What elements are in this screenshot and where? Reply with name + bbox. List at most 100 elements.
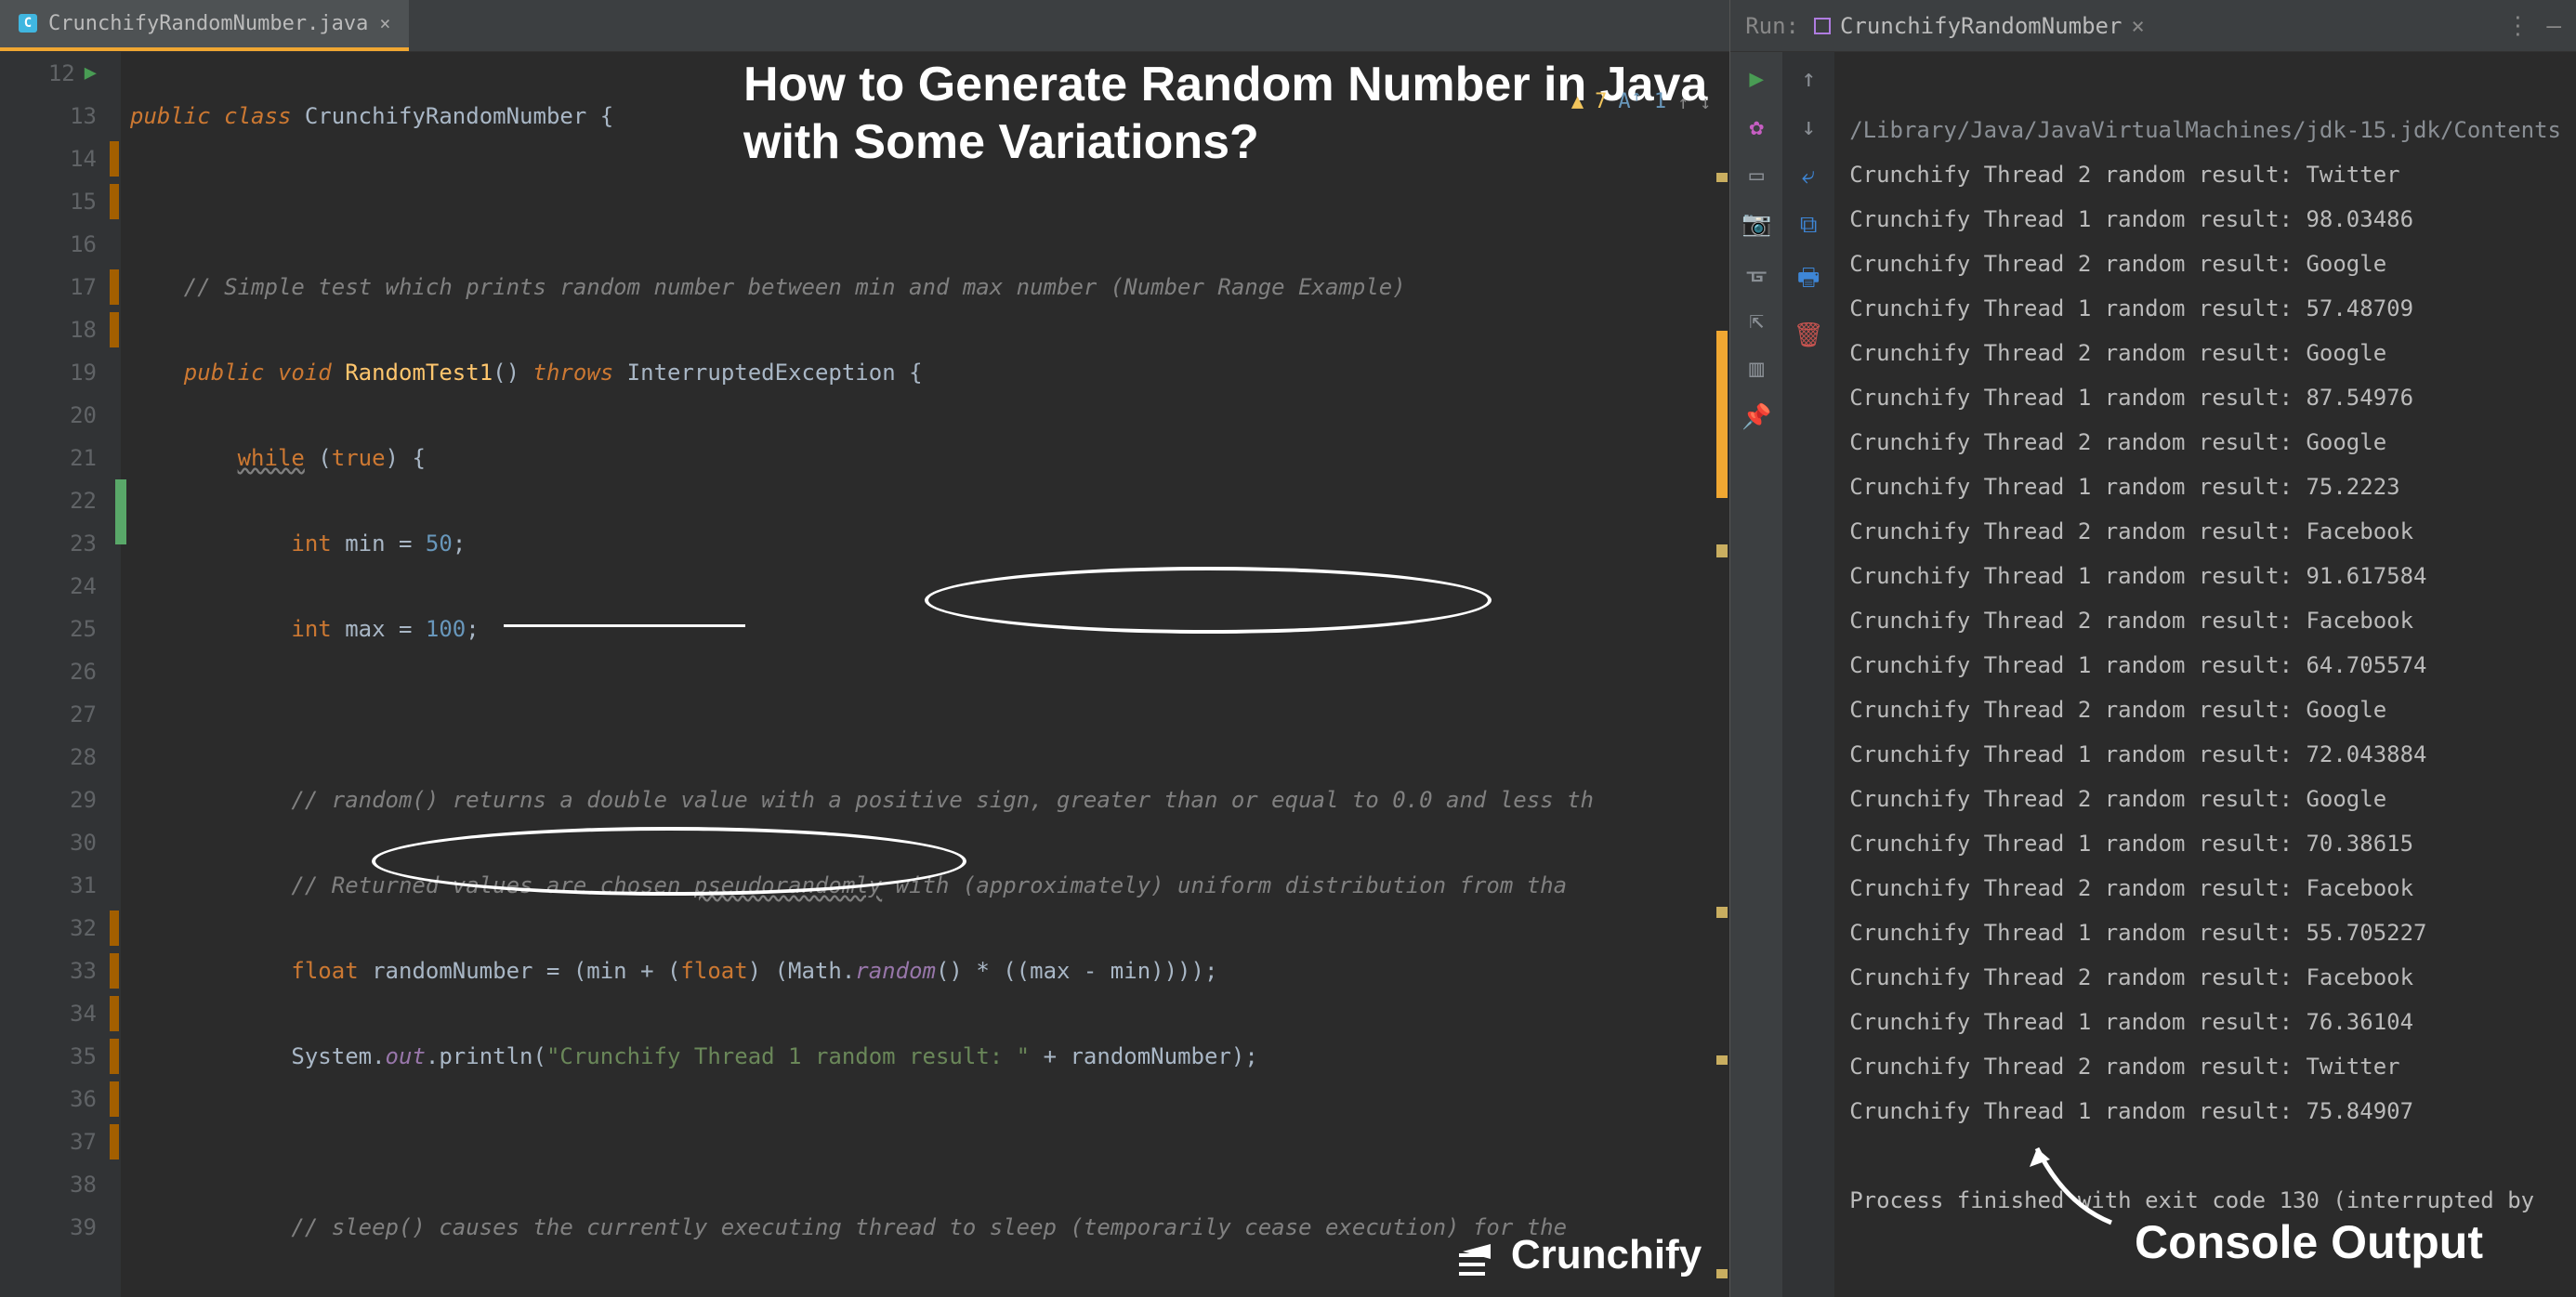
line-number: 31 bbox=[70, 864, 97, 907]
console-line: Crunchify Thread 1 random result: 75.849… bbox=[1849, 1098, 2413, 1124]
error-stripe[interactable] bbox=[1713, 52, 1729, 1297]
line-number: 16 bbox=[70, 223, 97, 266]
stripe-mark[interactable] bbox=[1716, 1269, 1728, 1278]
speed-icon bbox=[1465, 1237, 1502, 1274]
line-number: 12 bbox=[48, 52, 75, 95]
export-icon[interactable]: ⇱ bbox=[1742, 307, 1770, 334]
close-tab-icon[interactable]: × bbox=[379, 12, 390, 34]
console-line: Crunchify Thread 1 random result: 55.705… bbox=[1849, 920, 2426, 946]
console-line: Crunchify Thread 2 random result: Google bbox=[1849, 340, 2386, 366]
camera-icon[interactable]: 📷 bbox=[1742, 210, 1770, 238]
stripe-mark[interactable] bbox=[1716, 173, 1728, 182]
gutter: 12▶ 13 14 15 16 17 18 19 20 21 22 23 24 … bbox=[0, 52, 121, 1297]
console-line: Crunchify Thread 2 random result: Google bbox=[1849, 786, 2386, 812]
print-icon[interactable]: 🖶 bbox=[1797, 260, 1820, 301]
line-number: 35 bbox=[70, 1035, 97, 1078]
change-marker bbox=[110, 269, 119, 305]
stack-icon[interactable]: ▭ bbox=[1742, 162, 1770, 190]
line-number: 17 bbox=[70, 266, 97, 308]
editor[interactable]: 12▶ 13 14 15 16 17 18 19 20 21 22 23 24 … bbox=[0, 52, 1729, 1297]
change-marker bbox=[110, 953, 119, 989]
line-number: 20 bbox=[70, 394, 97, 437]
application-icon bbox=[1814, 18, 1831, 34]
editor-tab[interactable]: C CrunchifyRandomNumber.java × bbox=[0, 0, 409, 51]
stripe-mark[interactable] bbox=[1716, 544, 1728, 557]
up-arrow-icon[interactable]: ↑ bbox=[1801, 65, 1816, 93]
trash-icon[interactable]: 🗑 bbox=[1794, 321, 1824, 349]
down-arrow-icon[interactable]: ↓ bbox=[1801, 113, 1816, 141]
change-marker bbox=[110, 996, 119, 1031]
console-line: Crunchify Thread 1 random result: 72.043… bbox=[1849, 741, 2426, 767]
line-number: 25 bbox=[70, 608, 97, 650]
run-config-name: CrunchifyRandomNumber bbox=[1840, 13, 2122, 39]
line-number: 26 bbox=[70, 650, 97, 693]
annotation-underline bbox=[504, 624, 745, 627]
stripe-mark[interactable] bbox=[1716, 331, 1728, 498]
line-number: 33 bbox=[70, 950, 97, 992]
line-number: 15 bbox=[70, 180, 97, 223]
pin-icon[interactable]: 📌 bbox=[1742, 403, 1770, 431]
minimize-icon[interactable]: — bbox=[2546, 12, 2561, 40]
change-marker bbox=[110, 184, 119, 219]
line-number: 39 bbox=[70, 1206, 97, 1249]
console-line: Crunchify Thread 2 random result: Google bbox=[1849, 251, 2386, 277]
annotation-ellipse bbox=[925, 567, 1492, 634]
console-line: Crunchify Thread 2 random result: Facebo… bbox=[1849, 608, 2413, 634]
run-panel: Run: CrunchifyRandomNumber × ⋮ — ▶ ✿ ▭ 📷… bbox=[1729, 0, 2576, 1297]
wrap-icon[interactable]: ⤶ bbox=[1802, 162, 1816, 190]
console-exit-line: Process finished with exit code 130 (int… bbox=[1849, 1187, 2547, 1213]
run-toolbar: ▶ ✿ ▭ 📷 ᚗ ⇱ ▥ 📌 bbox=[1730, 52, 1782, 1297]
console-output[interactable]: /Library/Java/JavaVirtualMachines/jdk-15… bbox=[1834, 52, 2576, 1297]
line-number: 18 bbox=[70, 308, 97, 351]
annotation-ellipse bbox=[372, 827, 966, 896]
code-area[interactable]: public class CrunchifyRandomNumber { // … bbox=[121, 52, 1729, 1297]
warning-icon: ▲ bbox=[1571, 90, 1584, 113]
console-line: Crunchify Thread 1 random result: 75.222… bbox=[1849, 474, 2399, 500]
console-line: Crunchify Thread 2 random result: Facebo… bbox=[1849, 875, 2413, 901]
java-file-icon: C bbox=[19, 14, 37, 33]
run-label: Run: bbox=[1745, 13, 1799, 39]
console-line: Crunchify Thread 1 random result: 76.361… bbox=[1849, 1009, 2413, 1035]
warning-count: 7 bbox=[1595, 90, 1607, 113]
stripe-mark[interactable] bbox=[1716, 1055, 1728, 1065]
crunchify-logo: Crunchify bbox=[1465, 1232, 1702, 1278]
more-icon[interactable]: ⋮ bbox=[2505, 12, 2530, 40]
line-number: 19 bbox=[70, 351, 97, 394]
console-line: Crunchify Thread 2 random result: Google bbox=[1849, 429, 2386, 455]
line-number: 29 bbox=[70, 779, 97, 821]
console-line: Crunchify Thread 1 random result: 64.705… bbox=[1849, 652, 2426, 678]
rerun-icon[interactable]: ▶ bbox=[1742, 65, 1770, 93]
console-line: Crunchify Thread 2 random result: Google bbox=[1849, 697, 2386, 723]
run-config-tab[interactable]: CrunchifyRandomNumber × bbox=[1814, 13, 2145, 39]
next-highlight-icon[interactable]: ↓ bbox=[1700, 91, 1711, 113]
change-marker bbox=[110, 1081, 119, 1117]
close-run-tab-icon[interactable]: × bbox=[2131, 13, 2144, 39]
editor-tab-bar: C CrunchifyRandomNumber.java × bbox=[0, 0, 1729, 52]
run-gutter-icon[interactable]: ▶ bbox=[85, 52, 97, 95]
scroll-icon[interactable]: ⧉ bbox=[1800, 211, 1818, 240]
console-toolbar: ↑ ↓ ⤶ ⧉ 🖶 🗑 bbox=[1782, 52, 1834, 1297]
tab-filename: CrunchifyRandomNumber.java bbox=[48, 12, 368, 35]
line-number: 37 bbox=[70, 1120, 97, 1163]
inspections-bar[interactable]: ▲7 Aꜛ1 ↑ ↓ bbox=[1571, 90, 1711, 113]
crunchify-label: Crunchify bbox=[1511, 1232, 1702, 1278]
console-line: Crunchify Thread 1 random result: 98.034… bbox=[1849, 206, 2413, 232]
line-number: 27 bbox=[70, 693, 97, 736]
plug-icon[interactable]: ᚗ bbox=[1742, 258, 1770, 286]
typo-count: 1 bbox=[1654, 90, 1666, 113]
change-marker bbox=[110, 141, 119, 177]
console-line: Crunchify Thread 1 random result: 57.487… bbox=[1849, 295, 2413, 321]
layout-icon[interactable]: ▥ bbox=[1742, 355, 1770, 383]
line-number: 14 bbox=[70, 138, 97, 180]
line-number: 38 bbox=[70, 1163, 97, 1206]
console-line: Crunchify Thread 2 random result: Twitte… bbox=[1849, 1054, 2399, 1080]
line-number: 21 bbox=[70, 437, 97, 479]
prev-highlight-icon[interactable]: ↑ bbox=[1677, 91, 1689, 113]
line-number: 28 bbox=[70, 736, 97, 779]
stripe-mark[interactable] bbox=[1716, 907, 1728, 918]
line-number: 36 bbox=[70, 1078, 97, 1120]
settings-icon[interactable]: ✿ bbox=[1742, 113, 1770, 141]
line-number: 32 bbox=[70, 907, 97, 950]
line-number: 22 bbox=[70, 479, 97, 522]
change-marker bbox=[110, 911, 119, 946]
